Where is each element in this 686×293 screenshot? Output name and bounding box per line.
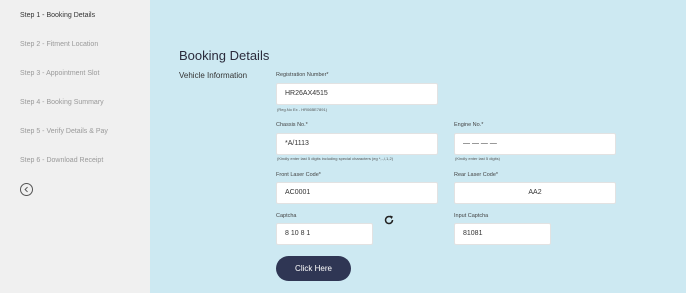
page-title: Booking Details bbox=[179, 48, 270, 63]
registration-label: Registration Number* bbox=[276, 72, 329, 78]
back-button[interactable] bbox=[20, 183, 33, 196]
sidebar-step-2[interactable]: Step 2 - Fitment Location bbox=[20, 41, 98, 48]
sidebar-step-6[interactable]: Step 6 - Download Receipt bbox=[20, 157, 103, 164]
engine-hint: (Kindly enter last 5 digits) bbox=[455, 156, 500, 161]
sidebar-step-4[interactable]: Step 4 - Booking Summary bbox=[20, 99, 104, 106]
engine-input[interactable]: — — — — bbox=[454, 133, 616, 155]
chassis-label: Chassis No.* bbox=[276, 122, 308, 128]
main-panel: Booking Details Vehicle Information Regi… bbox=[150, 0, 686, 293]
registration-hint: (Reg.No Ex - HR06BE7891) bbox=[277, 107, 328, 112]
sidebar: Step 1 - Booking Details Step 2 - Fitmen… bbox=[0, 0, 150, 293]
registration-input[interactable]: HR26AX4515 bbox=[276, 83, 438, 105]
front-laser-label: Front Laser Code* bbox=[276, 172, 321, 178]
submit-button[interactable]: Click Here bbox=[276, 256, 351, 281]
sidebar-step-1[interactable]: Step 1 - Booking Details bbox=[20, 12, 95, 19]
front-laser-input[interactable]: AC0001 bbox=[276, 182, 438, 204]
rear-laser-input[interactable]: AA2 bbox=[454, 182, 616, 204]
input-captcha-field[interactable]: 81081 bbox=[454, 223, 551, 245]
captcha-label: Captcha bbox=[276, 213, 297, 219]
captcha-display: 8 10 8 1 bbox=[276, 223, 373, 245]
chevron-left-icon bbox=[24, 186, 28, 193]
rear-laser-label: Rear Laser Code* bbox=[454, 172, 499, 178]
refresh-icon[interactable] bbox=[383, 214, 395, 226]
section-title: Vehicle Information bbox=[179, 71, 248, 80]
chassis-input[interactable]: *A/1113 bbox=[276, 133, 438, 155]
sidebar-step-3[interactable]: Step 3 - Appointment Slot bbox=[20, 70, 99, 77]
input-captcha-label: Input Captcha bbox=[454, 213, 489, 219]
sidebar-step-5[interactable]: Step 5 - Verify Details & Pay bbox=[20, 128, 108, 135]
chassis-hint: (Kindly enter last 5 digits including sp… bbox=[277, 156, 394, 161]
engine-label: Engine No.* bbox=[454, 122, 484, 128]
